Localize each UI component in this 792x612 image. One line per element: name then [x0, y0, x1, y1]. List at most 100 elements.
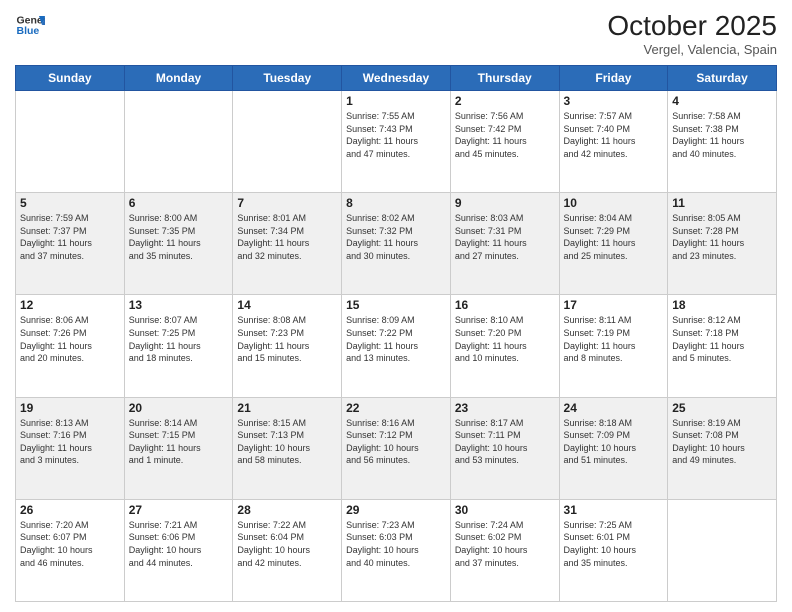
calendar-cell: 4Sunrise: 7:58 AMSunset: 7:38 PMDaylight…	[668, 91, 777, 193]
calendar-cell: 20 Sunrise: 8:14 AMSunset: 7:15 PMDayligh…	[124, 397, 233, 499]
calendar-cell: 21 Sunrise: 8:15 AMSunset: 7:13 PMDayligh…	[233, 397, 342, 499]
day-info: Sunrise: 8:15 AMSunset: 7:13 PMDaylight:…	[237, 417, 337, 467]
calendar-cell: 17 Sunrise: 8:11 AMSunset: 7:19 PMDayligh…	[559, 295, 668, 397]
day-number: 5	[20, 196, 120, 210]
day-number: 11	[672, 196, 772, 210]
logo: General Blue	[15, 10, 45, 40]
calendar-cell: 19 Sunrise: 8:13 AMSunset: 7:16 PMDayligh…	[16, 397, 125, 499]
header: General Blue October 2025 Vergel, Valenc…	[15, 10, 777, 57]
calendar-cell: 23 Sunrise: 8:17 AMSunset: 7:11 PMDayligh…	[450, 397, 559, 499]
weekday-header: Friday	[559, 66, 668, 91]
logo-icon: General Blue	[15, 10, 45, 40]
calendar-cell	[124, 91, 233, 193]
calendar-cell	[668, 499, 777, 601]
day-info: Sunrise: 8:01 AMSunset: 7:34 PMDaylight:…	[237, 212, 337, 262]
weekday-header: Wednesday	[342, 66, 451, 91]
day-info: Sunrise: 8:14 AMSunset: 7:15 PMDaylight:…	[129, 417, 229, 467]
day-info: Sunrise: 8:11 AMSunset: 7:19 PMDaylight:…	[564, 314, 664, 364]
day-info: Sunrise: 7:23 AMSunset: 6:03 PMDaylight:…	[346, 519, 446, 569]
day-number: 27	[129, 503, 229, 517]
day-number: 21	[237, 401, 337, 415]
day-info: Sunrise: 8:07 AMSunset: 7:25 PMDaylight:…	[129, 314, 229, 364]
day-number: 2	[455, 94, 555, 108]
day-number: 18	[672, 298, 772, 312]
day-number: 28	[237, 503, 337, 517]
calendar-cell: 29 Sunrise: 7:23 AMSunset: 6:03 PMDayligh…	[342, 499, 451, 601]
calendar-cell: 1Sunrise: 7:55 AMSunset: 7:43 PMDaylight…	[342, 91, 451, 193]
day-number: 9	[455, 196, 555, 210]
calendar-cell: 7 Sunrise: 8:01 AMSunset: 7:34 PMDaylight…	[233, 193, 342, 295]
day-info: Sunrise: 8:10 AMSunset: 7:20 PMDaylight:…	[455, 314, 555, 364]
day-number: 12	[20, 298, 120, 312]
svg-text:Blue: Blue	[17, 25, 40, 37]
day-info: Sunrise: 8:04 AMSunset: 7:29 PMDaylight:…	[564, 212, 664, 262]
calendar-cell: 13 Sunrise: 8:07 AMSunset: 7:25 PMDayligh…	[124, 295, 233, 397]
day-number: 6	[129, 196, 229, 210]
calendar-cell: 15 Sunrise: 8:09 AMSunset: 7:22 PMDayligh…	[342, 295, 451, 397]
day-info: Sunrise: 7:20 AMSunset: 6:07 PMDaylight:…	[20, 519, 120, 569]
day-number: 25	[672, 401, 772, 415]
title-section: October 2025 Vergel, Valencia, Spain	[607, 10, 777, 57]
day-info: Sunrise: 8:16 AMSunset: 7:12 PMDaylight:…	[346, 417, 446, 467]
location: Vergel, Valencia, Spain	[607, 42, 777, 57]
weekday-header: Sunday	[16, 66, 125, 91]
day-info: Sunrise: 7:57 AMSunset: 7:40 PMDaylight:…	[564, 110, 664, 160]
day-info: Sunrise: 7:25 AMSunset: 6:01 PMDaylight:…	[564, 519, 664, 569]
weekday-header: Thursday	[450, 66, 559, 91]
day-info: Sunrise: 8:18 AMSunset: 7:09 PMDaylight:…	[564, 417, 664, 467]
calendar-cell: 11 Sunrise: 8:05 AMSunset: 7:28 PMDayligh…	[668, 193, 777, 295]
day-number: 7	[237, 196, 337, 210]
calendar-cell: 31 Sunrise: 7:25 AMSunset: 6:01 PMDayligh…	[559, 499, 668, 601]
day-info: Sunrise: 8:08 AMSunset: 7:23 PMDaylight:…	[237, 314, 337, 364]
calendar-cell: 25 Sunrise: 8:19 AMSunset: 7:08 PMDayligh…	[668, 397, 777, 499]
weekday-header: Tuesday	[233, 66, 342, 91]
day-number: 31	[564, 503, 664, 517]
day-number: 29	[346, 503, 446, 517]
calendar-cell: 8Sunrise: 8:02 AMSunset: 7:32 PMDaylight…	[342, 193, 451, 295]
day-number: 26	[20, 503, 120, 517]
day-info: Sunrise: 8:09 AMSunset: 7:22 PMDaylight:…	[346, 314, 446, 364]
calendar-cell: 18 Sunrise: 8:12 AMSunset: 7:18 PMDayligh…	[668, 295, 777, 397]
calendar-cell: 6Sunrise: 8:00 AMSunset: 7:35 PMDaylight…	[124, 193, 233, 295]
calendar-cell: 27 Sunrise: 7:21 AMSunset: 6:06 PMDayligh…	[124, 499, 233, 601]
page: General Blue October 2025 Vergel, Valenc…	[0, 0, 792, 612]
day-number: 3	[564, 94, 664, 108]
day-number: 14	[237, 298, 337, 312]
calendar-cell: 5 Sunrise: 7:59 AMSunset: 7:37 PMDaylight…	[16, 193, 125, 295]
month-title: October 2025	[607, 10, 777, 42]
day-number: 4	[672, 94, 772, 108]
day-info: Sunrise: 8:19 AMSunset: 7:08 PMDaylight:…	[672, 417, 772, 467]
day-info: Sunrise: 8:12 AMSunset: 7:18 PMDaylight:…	[672, 314, 772, 364]
calendar-cell: 16Sunrise: 8:10 AMSunset: 7:20 PMDayligh…	[450, 295, 559, 397]
calendar-cell	[16, 91, 125, 193]
day-number: 20	[129, 401, 229, 415]
day-info: Sunrise: 8:03 AMSunset: 7:31 PMDaylight:…	[455, 212, 555, 262]
day-info: Sunrise: 7:59 AMSunset: 7:37 PMDaylight:…	[20, 212, 120, 262]
calendar-cell: 24 Sunrise: 8:18 AMSunset: 7:09 PMDayligh…	[559, 397, 668, 499]
day-number: 22	[346, 401, 446, 415]
calendar-cell: 2Sunrise: 7:56 AMSunset: 7:42 PMDaylight…	[450, 91, 559, 193]
day-info: Sunrise: 7:22 AMSunset: 6:04 PMDaylight:…	[237, 519, 337, 569]
day-info: Sunrise: 7:21 AMSunset: 6:06 PMDaylight:…	[129, 519, 229, 569]
day-number: 13	[129, 298, 229, 312]
calendar-table: SundayMondayTuesdayWednesdayThursdayFrid…	[15, 65, 777, 602]
calendar-cell: 3 Sunrise: 7:57 AMSunset: 7:40 PMDaylight…	[559, 91, 668, 193]
day-number: 24	[564, 401, 664, 415]
calendar-cell: 28 Sunrise: 7:22 AMSunset: 6:04 PMDayligh…	[233, 499, 342, 601]
day-number: 23	[455, 401, 555, 415]
day-info: Sunrise: 8:06 AMSunset: 7:26 PMDaylight:…	[20, 314, 120, 364]
day-info: Sunrise: 8:17 AMSunset: 7:11 PMDaylight:…	[455, 417, 555, 467]
calendar-cell: 10Sunrise: 8:04 AMSunset: 7:29 PMDayligh…	[559, 193, 668, 295]
weekday-header: Monday	[124, 66, 233, 91]
day-number: 30	[455, 503, 555, 517]
day-info: Sunrise: 8:02 AMSunset: 7:32 PMDaylight:…	[346, 212, 446, 262]
day-info: Sunrise: 8:13 AMSunset: 7:16 PMDaylight:…	[20, 417, 120, 467]
day-number: 17	[564, 298, 664, 312]
day-number: 15	[346, 298, 446, 312]
day-info: Sunrise: 8:05 AMSunset: 7:28 PMDaylight:…	[672, 212, 772, 262]
day-number: 19	[20, 401, 120, 415]
calendar-cell: 14 Sunrise: 8:08 AMSunset: 7:23 PMDayligh…	[233, 295, 342, 397]
weekday-header: Saturday	[668, 66, 777, 91]
day-number: 1	[346, 94, 446, 108]
calendar-cell: 22 Sunrise: 8:16 AMSunset: 7:12 PMDayligh…	[342, 397, 451, 499]
